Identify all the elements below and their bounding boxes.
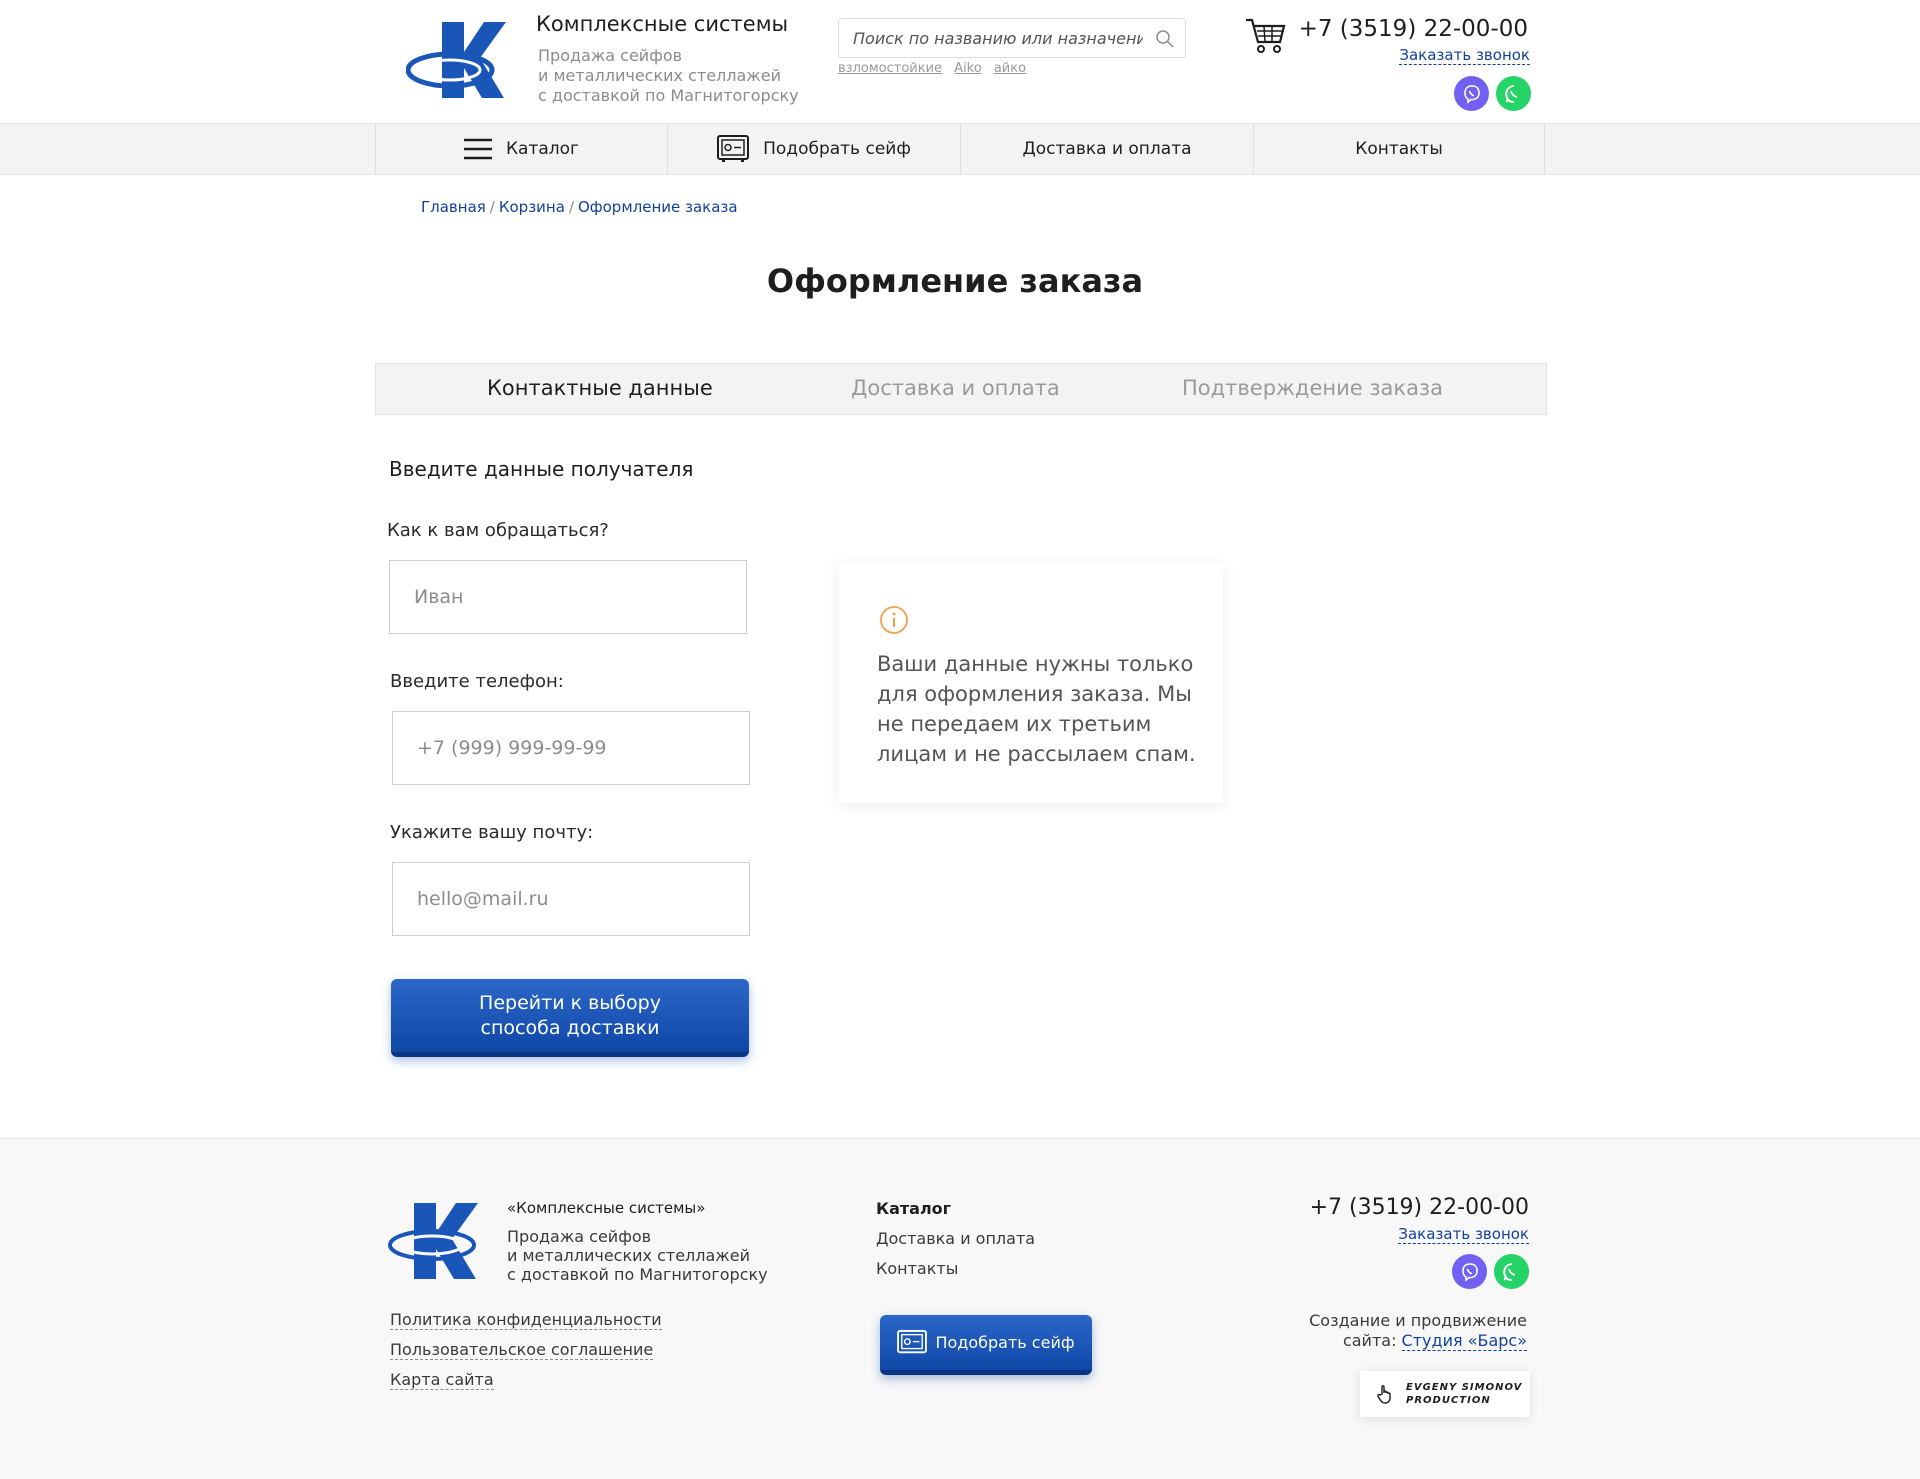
sitemap-link[interactable]: Карта сайта — [390, 1370, 494, 1390]
page-title: Оформление заказа — [766, 262, 1144, 300]
search-tag[interactable]: взломостойкие — [838, 61, 942, 76]
footer-phone[interactable]: +7 (3519) 22-00-00 — [1310, 1195, 1529, 1220]
footer-nav-delivery[interactable]: Доставка и оплата — [876, 1229, 1035, 1248]
nav-catalog[interactable]: Каталог — [375, 124, 667, 174]
safe-icon — [717, 135, 750, 162]
company-logo[interactable] — [406, 18, 506, 102]
search-box — [838, 18, 1186, 58]
breadcrumb-home[interactable]: Главная — [421, 198, 486, 216]
safe-icon — [897, 1329, 928, 1353]
breadcrumb-separator: / — [489, 198, 495, 216]
site-credits-line: Создание и продвижение — [1309, 1311, 1527, 1330]
viber-icon[interactable] — [1454, 76, 1489, 111]
cart-icon[interactable] — [1244, 16, 1288, 56]
site-credits: Создание и продвижение сайта: Студия «Ба… — [1309, 1311, 1527, 1351]
user-agreement-link[interactable]: Пользовательское соглашение — [390, 1340, 654, 1360]
search-input[interactable] — [853, 27, 1143, 49]
privacy-policy-link[interactable]: Политика конфиденциальности — [390, 1310, 662, 1330]
checkout-steps: Контактные данные Доставка и оплата Подт… — [375, 363, 1547, 415]
phone-field-wrapper — [392, 711, 750, 785]
studio-link[interactable]: Студия «Барс» — [1401, 1331, 1527, 1351]
email-field-wrapper — [392, 862, 750, 936]
brand-description: Продажа сейфов и металлических стеллажей… — [538, 46, 799, 105]
phone-input[interactable] — [393, 712, 749, 784]
breadcrumb-current: Оформление заказа — [578, 198, 738, 216]
privacy-info-card: Ваши данные нужны только для оформления … — [839, 563, 1223, 803]
nav-pick-safe[interactable]: Подобрать сейф — [667, 124, 960, 174]
breadcrumb-cart[interactable]: Корзина — [499, 198, 565, 216]
name-input[interactable] — [390, 561, 746, 633]
whatsapp-icon[interactable] — [1496, 76, 1531, 111]
nav-pick-safe-label: Подобрать сейф — [763, 139, 911, 159]
phone-label: Введите телефон: — [390, 671, 564, 692]
footer-pick-safe-button[interactable]: Подобрать сейф — [880, 1315, 1092, 1375]
site-header: Комплексные системы Продажа сейфов и мет… — [0, 0, 1920, 123]
footer-callback-link[interactable]: Заказать звонок — [1398, 1225, 1529, 1244]
search-icon[interactable] — [1155, 29, 1175, 49]
footer-description: Продажа сейфов и металлических стеллажей… — [507, 1227, 768, 1284]
main-nav: Каталог Подобрать сейф Доставка и оплата… — [0, 123, 1920, 175]
developer-badge[interactable]: EVGENY SIMONOV PRODUCTION — [1360, 1371, 1530, 1417]
nav-catalog-label: Каталог — [505, 139, 579, 159]
search-tag[interactable]: Aiko — [954, 61, 982, 76]
pointer-hand-icon — [1377, 1385, 1391, 1404]
form-section-title: Введите данные получателя — [389, 457, 694, 481]
breadcrumb-separator: / — [568, 198, 574, 216]
name-field-wrapper — [389, 560, 747, 634]
site-footer: «Комплексные системы» Продажа сейфов и м… — [0, 1138, 1920, 1479]
site-credits-prefix: сайта: — [1342, 1331, 1402, 1350]
email-input[interactable] — [393, 863, 749, 935]
step-delivery-payment[interactable]: Доставка и оплата — [851, 376, 1060, 400]
viber-icon[interactable] — [1452, 1254, 1487, 1289]
name-label: Как к вам обращаться? — [387, 520, 609, 541]
privacy-info-text: Ваши данные нужны только для оформления … — [877, 652, 1196, 766]
email-label: Укажите вашу почту: — [390, 822, 594, 843]
menu-icon — [463, 138, 492, 160]
go-to-delivery-button[interactable]: Перейти к выбору способа доставки — [391, 979, 749, 1057]
site-credits-line: сайта: Студия «Барс» — [1309, 1331, 1527, 1351]
search-suggestions: взломостойкие Aiko айко — [838, 61, 1034, 76]
step-contact-data[interactable]: Контактные данные — [487, 376, 713, 400]
whatsapp-icon[interactable] — [1494, 1254, 1529, 1289]
breadcrumb: Главная / Корзина / Оформление заказа — [421, 198, 738, 216]
developer-badge-text: EVGENY SIMONOV PRODUCTION — [1406, 1382, 1523, 1406]
footer-logo[interactable] — [388, 1199, 488, 1283]
nav-delivery[interactable]: Доставка и оплата — [960, 124, 1253, 174]
info-icon — [880, 606, 908, 634]
search-tag[interactable]: айко — [994, 61, 1026, 76]
header-phone[interactable]: +7 (3519) 22-00-00 — [1299, 16, 1528, 42]
footer-nav-contacts[interactable]: Контакты — [876, 1259, 958, 1278]
brand-name: Комплексные системы — [536, 12, 789, 36]
nav-delivery-label: Доставка и оплата — [1022, 139, 1192, 159]
header-callback-link[interactable]: Заказать звонок — [1399, 46, 1530, 65]
footer-brand: «Комплексные системы» — [507, 1199, 706, 1217]
nav-contacts-label: Контакты — [1355, 139, 1443, 159]
step-confirmation[interactable]: Подтверждение заказа — [1182, 376, 1443, 400]
footer-pick-safe-label: Подобрать сейф — [935, 1333, 1075, 1352]
footer-nav-catalog[interactable]: Каталог — [876, 1199, 951, 1218]
nav-contacts[interactable]: Контакты — [1253, 124, 1545, 174]
